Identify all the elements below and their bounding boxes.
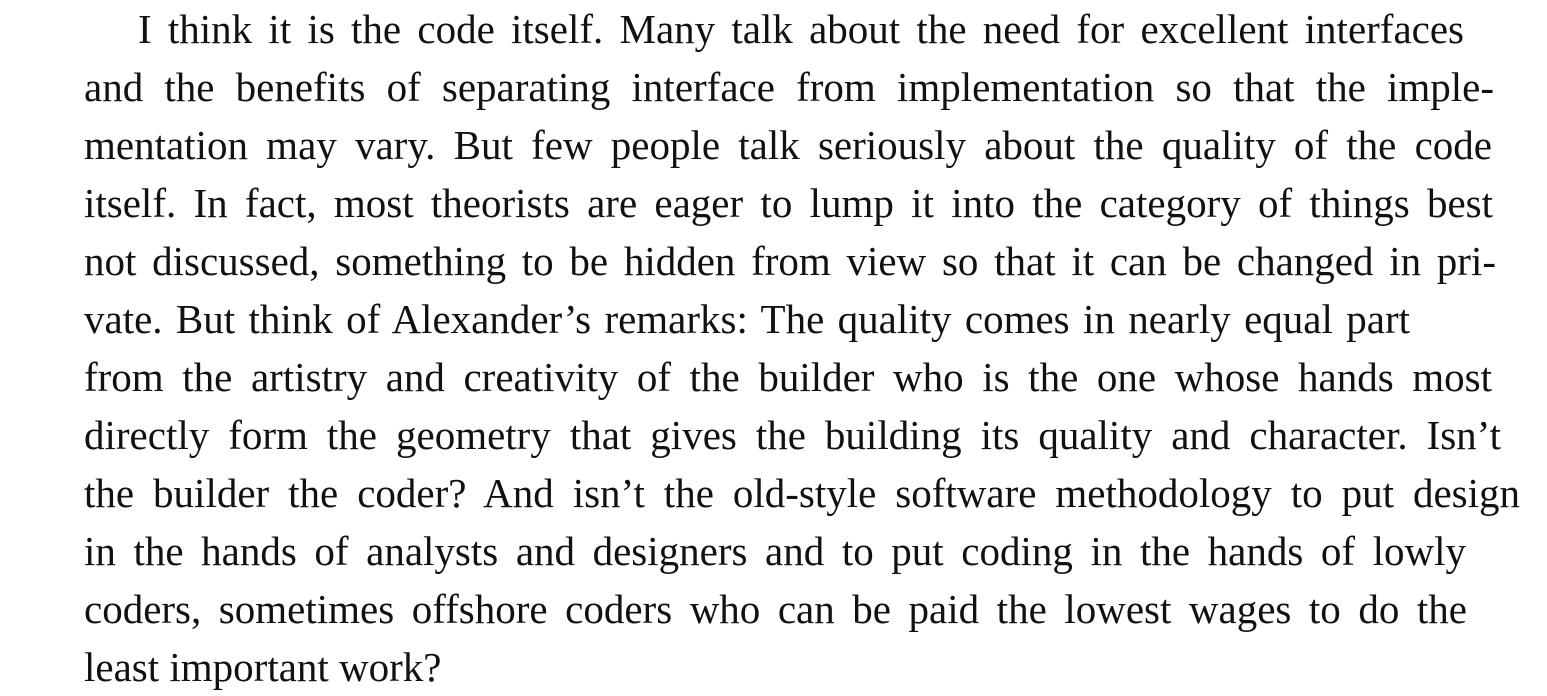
paragraph-line-8: directly form the geometry that gives th…	[84, 412, 1501, 458]
paragraph-line-1: I think it is the code itself. Many talk…	[138, 6, 1464, 52]
paragraph-line-4: itself. In fact, most theorists are eage…	[84, 180, 1493, 226]
paragraph-line-11: coders, sometimes offshore coders who ca…	[84, 586, 1467, 632]
paragraph-line-5: not discussed, something to be hidden fr…	[84, 238, 1496, 284]
paragraph-line-12: least important work?	[84, 644, 442, 690]
paragraph-line-3: mentation may vary. But few people talk …	[84, 122, 1492, 168]
paragraph-line-2: and the benefits of separating interface…	[84, 64, 1494, 110]
paragraph-line-6: vate. But think of Alexander’s remarks: …	[84, 296, 1410, 342]
paragraph-line-7: from the artistry and creativity of the …	[84, 354, 1492, 400]
paragraph-line-10: in the hands of analysts and designers a…	[84, 528, 1466, 574]
paragraph-line-9: the builder the coder? And isn’t the old…	[84, 470, 1520, 516]
